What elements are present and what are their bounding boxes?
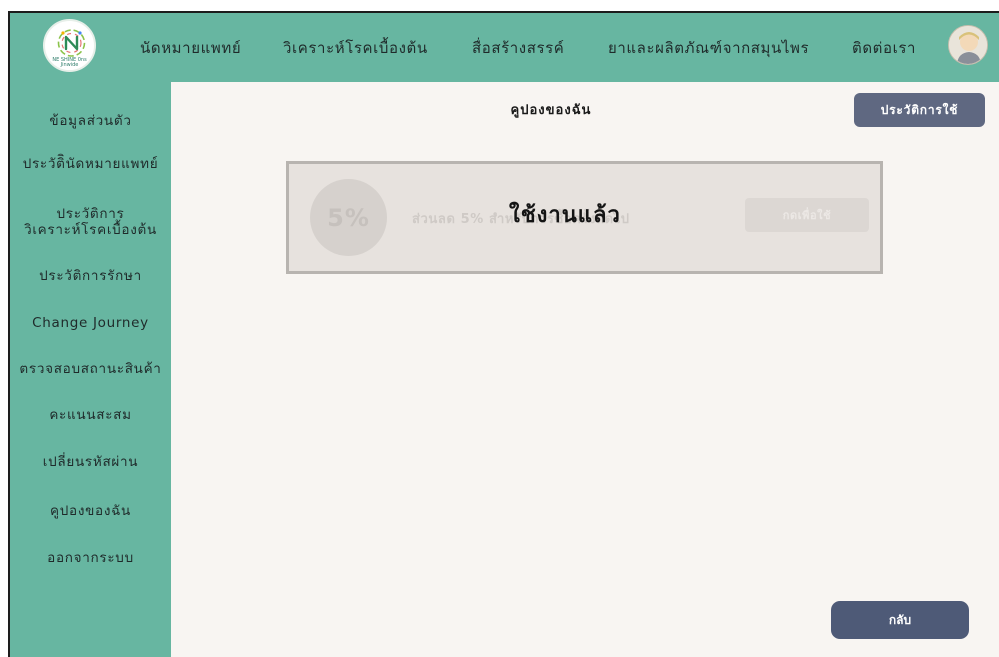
nav-herbal-products[interactable]: ยาและผลิตภัณฑ์จากสมุนไพร <box>608 13 809 82</box>
main-content: คูปองของฉัน ประวัติการใช้ 5% ส่วนลด 5% ส… <box>171 82 999 657</box>
sidebar: ข้อมูลส่วนตัว ประวัติินัดหมายแพทย์ ประวั… <box>10 82 171 657</box>
page-title: คูปองของฉัน <box>510 103 592 118</box>
sidebar-item-label-line2: วิเคราะห์โรคเบื้องต้น <box>24 222 157 238</box>
sidebar-item-change-password[interactable]: เปลี่ยนรหัสผ่าน <box>10 454 171 470</box>
logo-text: NE SHINE 0ns Jinwide <box>52 57 87 68</box>
sidebar-item-label: ประวัติการ <box>56 206 125 222</box>
sidebar-item-logout[interactable]: ออกจากระบบ <box>10 550 171 566</box>
app-frame: NE SHINE 0ns Jinwide นัดหมายแพทย์ วิเครา… <box>8 11 999 657</box>
sidebar-item-points[interactable]: คะแนนสะสม <box>10 407 171 423</box>
avatar[interactable] <box>948 25 988 65</box>
sidebar-item-change-journey[interactable]: Change Journey <box>10 315 171 331</box>
user-avatar-icon <box>949 26 987 64</box>
sidebar-item-diagnosis-history[interactable]: ประวัติการ วิเคราะห์โรคเบื้องต้น <box>10 206 171 238</box>
coupon-card: 5% ส่วนลด 5% สำหรับการซื้อครั้งถัดไป กดเ… <box>286 161 883 274</box>
top-header: NE SHINE 0ns Jinwide นัดหมายแพทย์ วิเครา… <box>10 13 999 82</box>
nav-contact[interactable]: ติดต่อเรา <box>852 13 916 82</box>
coupon-used-label: ใช้งานแล้ว <box>509 203 621 228</box>
logo[interactable]: NE SHINE 0ns Jinwide <box>43 19 96 72</box>
sidebar-item-appointment-history[interactable]: ประวัติินัดหมายแพทย์ <box>10 156 171 172</box>
back-button[interactable]: กลับ <box>831 601 969 639</box>
sidebar-item-my-coupons[interactable]: คูปองของฉัน <box>10 503 171 519</box>
usage-history-button[interactable]: ประวัติการใช้ <box>854 93 985 127</box>
nav-diagnosis[interactable]: วิเคราะห์โรคเบื้องต้น <box>283 13 428 82</box>
nav-appointment[interactable]: นัดหมายแพทย์ <box>140 13 241 82</box>
sidebar-item-profile[interactable]: ข้อมูลส่วนตัว <box>10 113 171 129</box>
use-coupon-button: กดเพื่อใช้ <box>745 198 869 232</box>
sidebar-item-order-status[interactable]: ตรวจสอบสถานะสินค้า <box>10 361 171 377</box>
sidebar-item-treatment-history[interactable]: ประวัติการรักษา <box>10 268 171 284</box>
nav-creative-media[interactable]: สื่อสร้างสรรค์ <box>472 13 564 82</box>
coupon-discount-badge: 5% <box>310 179 387 256</box>
